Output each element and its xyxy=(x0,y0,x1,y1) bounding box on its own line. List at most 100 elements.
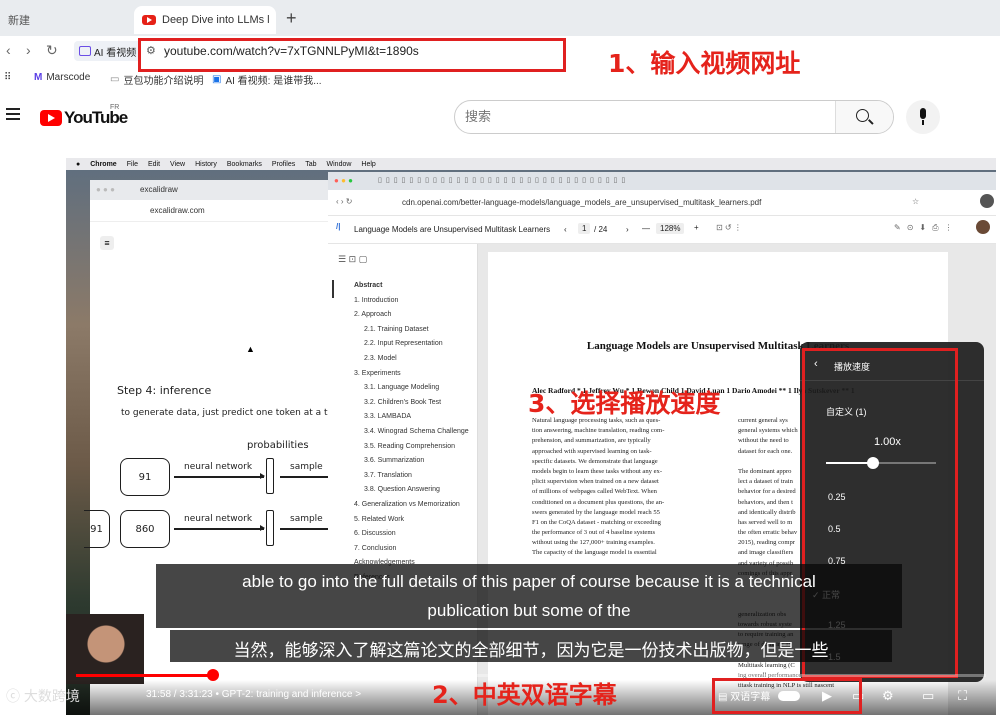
probability-bar xyxy=(266,458,274,494)
abstract-line: of millions of webpages called WebText. … xyxy=(532,488,657,496)
outline-active-marker xyxy=(332,280,334,298)
probabilities-label: probabilities xyxy=(247,440,309,451)
bookmark-icon: ▣ xyxy=(212,74,222,85)
bookmark-doubao[interactable]: ▭ 豆包功能介绍说明 xyxy=(110,72,203,87)
back-button[interactable]: ‹ xyxy=(6,42,11,58)
tab-new[interactable]: 新建 xyxy=(0,6,130,34)
tab-strip-icon: ▯▯▯▯▯▯▯▯▯▯▯▯▯▯▯▯▯▯▯▯▯▯▯▯▯▯▯▯▯▯▯▯ xyxy=(378,177,630,184)
outline-item[interactable]: 1. Introduction xyxy=(354,297,398,304)
browser-tab-bar: 新建 Deep Dive into LLMs l ✕ + xyxy=(0,0,1000,36)
new-tab-button[interactable]: + xyxy=(286,8,297,29)
theater-mode-icon[interactable]: ▭ xyxy=(922,688,934,704)
outline-item[interactable]: Abstract xyxy=(354,282,382,289)
chinese-subtitle: 当然，能够深入了解这篇论文的全部细节，因为它是一份技术出版物，但是一些 xyxy=(170,630,892,662)
abstract-line: prehension, and summarization, are typic… xyxy=(532,437,651,445)
excalidraw-url: excalidraw.com xyxy=(150,206,205,215)
arrow-icon xyxy=(280,525,336,531)
english-subtitle-line: publication but some of the xyxy=(427,601,631,620)
chinese-subtitle-line: 当然，能够深入了解这篇论文的全部细节，因为它是一份技术出版物，但是一些 xyxy=(233,641,829,660)
bookmark-ai-video[interactable]: ▣ AI 看视频: 是谁带我... xyxy=(212,72,322,87)
marscode-icon: M xyxy=(34,72,43,83)
excalidraw-tab-bar: ● ● ● excalidraw xyxy=(90,180,340,200)
menu-item: File xyxy=(126,160,138,168)
outline-item[interactable]: 6. Discussion xyxy=(354,530,396,537)
menu-item: History xyxy=(195,160,217,168)
abstract-line: plicit supervision when trained on a new… xyxy=(532,478,659,486)
speed-menu-highlight-box xyxy=(802,348,958,678)
abstract-line: the performance of 3 out of 4 baseline s… xyxy=(532,529,656,537)
outline-item[interactable]: 7. Conclusion xyxy=(354,545,396,552)
outline-item[interactable]: 4. Generalization vs Memorization xyxy=(354,501,460,508)
abstract-line: tion answering, machine translation, rea… xyxy=(532,427,665,435)
outline-item[interactable]: 3.2. Children's Book Test xyxy=(364,399,441,406)
video-player[interactable]: ● Chrome File Edit View History Bookmark… xyxy=(66,158,996,715)
forward-button[interactable]: › xyxy=(26,42,31,58)
outline-item[interactable]: 3.4. Winograd Schema Challenge xyxy=(364,428,469,435)
english-subtitle-line: able to go into the full details of this… xyxy=(242,572,816,591)
fit-page-icon: ⊡ ↺ ⋮ xyxy=(716,223,742,232)
mac-menubar: ● Chrome File Edit View History Bookmark… xyxy=(66,158,996,170)
hamburger-menu-icon[interactable] xyxy=(6,108,20,120)
pdf-url: cdn.openai.com/better-language-models/la… xyxy=(402,198,762,207)
token-box: 91 xyxy=(120,458,170,496)
hamburger-icon: ≡ xyxy=(100,236,114,250)
excalidraw-address-bar: excalidraw.com xyxy=(90,200,340,222)
outline-item[interactable]: 2.1. Training Dataset xyxy=(364,326,429,333)
watermark-text: 大数跨境 xyxy=(23,688,80,704)
arrow-icon xyxy=(174,473,265,479)
outline-item[interactable]: 3. Experiments xyxy=(354,370,401,377)
menu-item: Profiles xyxy=(271,160,296,168)
outline-item[interactable]: 2. Approach xyxy=(354,311,391,318)
outline-item[interactable]: 5. Related Work xyxy=(354,516,404,523)
outline-item[interactable]: 2.3. Model xyxy=(364,355,397,362)
outline-item[interactable]: 3.7. Translation xyxy=(364,472,412,479)
openai-logo-icon: /| xyxy=(336,222,341,231)
menu-item: Chrome xyxy=(90,160,117,168)
outline-item[interactable]: 3.1. Language Modeling xyxy=(364,384,439,391)
voice-search-button[interactable] xyxy=(906,100,940,134)
bookmark-label: 豆包功能介绍说明 xyxy=(123,76,204,87)
abstract-left-column: Natural language processing tasks, such … xyxy=(532,416,722,559)
watermark-logo-icon: ⓒ xyxy=(6,688,24,704)
sample-label: sample xyxy=(290,462,323,472)
cursor-icon: ▲ xyxy=(246,344,255,354)
outline-item[interactable]: 3.6. Summarization xyxy=(364,457,424,464)
progress-bar-fill xyxy=(76,674,213,677)
search-input[interactable] xyxy=(465,109,845,124)
menu-item: View xyxy=(170,160,186,168)
youtube-logo[interactable]: YouTube xyxy=(40,108,128,128)
window-controls-icon: ● ● ● xyxy=(96,185,115,194)
arrow-icon xyxy=(174,525,265,531)
annotation-step-1: 1、输入视频网址 xyxy=(608,49,801,78)
tab-youtube-video[interactable]: Deep Dive into LLMs l ✕ xyxy=(134,6,276,34)
nav-buttons-icon: ‹ › ↻ xyxy=(336,197,353,206)
ai-video-extension-chip[interactable]: AI 看视频 xyxy=(74,41,142,61)
time-and-chapter[interactable]: 31:58 / 3:31:23 • GPT-2: training and in… xyxy=(146,689,361,700)
pdf-page-number: 1 xyxy=(578,223,591,234)
step-title: Step 4: inference xyxy=(117,384,212,397)
settings-gear-icon[interactable]: ⚙ xyxy=(882,688,894,704)
apps-grid-icon[interactable]: ⠿ xyxy=(4,72,11,83)
menu-item: Tab xyxy=(305,160,317,168)
watermark: ⓒ 大数跨境 xyxy=(6,686,80,706)
outline-item[interactable]: 2.2. Input Representation xyxy=(364,340,443,347)
pdf-zoom: 128% xyxy=(656,223,685,234)
step-description: to generate data, just predict one token… xyxy=(121,408,345,418)
search-button[interactable] xyxy=(835,101,893,133)
reload-button[interactable]: ↻ xyxy=(46,42,58,59)
pdf-toolbar: /| Language Models are Unsupervised Mult… xyxy=(328,216,996,244)
neural-network-label: neural network xyxy=(184,514,253,524)
progress-scrubber[interactable] xyxy=(206,669,219,681)
outline-item[interactable]: 3.3. LAMBADA xyxy=(364,413,411,420)
abstract-line: without using the 127,000+ training exam… xyxy=(532,539,655,547)
abstract-line: swers generated by the language model re… xyxy=(532,508,660,516)
token-value: 860 xyxy=(135,523,155,535)
abstract-line: conditioned on a document plus questions… xyxy=(532,498,665,506)
outline-item[interactable]: 3.5. Reading Comprehension xyxy=(364,443,455,450)
zoom-in-icon: + xyxy=(694,223,699,232)
url-highlight-box xyxy=(138,38,566,72)
fullscreen-icon[interactable]: ⛶ xyxy=(958,688,967,704)
apple-icon: ● xyxy=(76,160,81,168)
outline-item[interactable]: 3.8. Question Answering xyxy=(364,486,440,493)
bookmark-marscode[interactable]: M Marscode xyxy=(34,72,90,83)
